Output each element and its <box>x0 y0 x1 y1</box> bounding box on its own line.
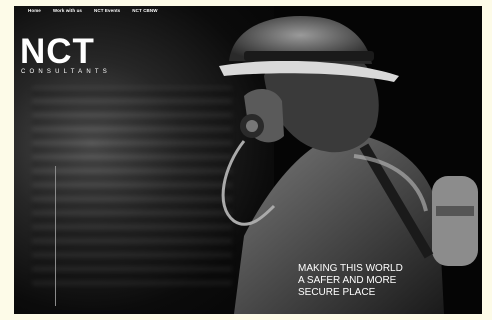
nav-link-home[interactable]: Home <box>28 8 41 13</box>
hero-tagline-line-3: SECURE PLACE <box>298 287 376 298</box>
nav-link-nct-events[interactable]: NCT Events <box>94 8 120 13</box>
brand-logo[interactable]: NCT CONSULTANTS <box>20 34 111 75</box>
hero-background-motion-blur <box>32 86 232 286</box>
nav-link-work-with-us[interactable]: Work with us <box>53 8 82 13</box>
top-nav: Home Work with us NCT Events NCT CBNW <box>28 8 158 13</box>
hero-tagline: MAKING THIS WORLD A SAFER AND MORE SECUR… <box>298 263 403 299</box>
nav-link-nct-cbnw[interactable]: NCT CBNW <box>132 8 157 13</box>
hero-banner: Home Work with us NCT Events NCT CBNW NC… <box>14 6 482 314</box>
hero-tagline-line-1: MAKING THIS WORLD <box>298 263 403 274</box>
hero-tagline-line-2: A SAFER AND MORE <box>298 275 397 286</box>
logo-mark: NCT <box>20 32 95 71</box>
decorative-vertical-line <box>55 166 56 306</box>
logo-subtitle: CONSULTANTS <box>21 69 111 75</box>
